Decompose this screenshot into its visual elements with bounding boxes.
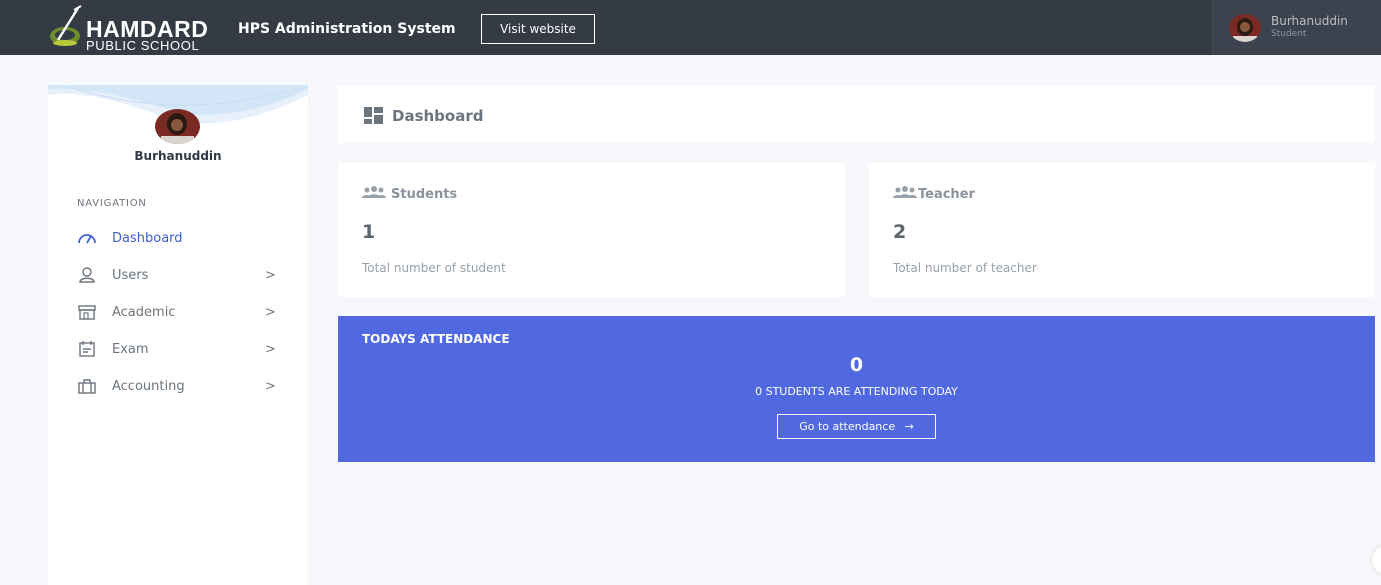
briefcase-icon bbox=[78, 379, 96, 394]
chevron-right-icon: > bbox=[265, 305, 276, 320]
sidebar: Burhanuddin NAVIGATION Dashboard Users >… bbox=[48, 85, 308, 585]
stat-label: Teacher bbox=[918, 187, 975, 202]
arrow-right-icon: → bbox=[904, 420, 914, 433]
sidebar-item-academic[interactable]: Academic > bbox=[77, 301, 277, 325]
stat-value: 1 bbox=[362, 221, 376, 243]
attendance-subtitle: 0 STUDENTS ARE ATTENDING TODAY bbox=[755, 385, 958, 398]
user-name: Burhanuddin bbox=[1271, 14, 1348, 28]
group-icon bbox=[362, 186, 386, 198]
sidebar-item-dashboard[interactable]: Dashboard bbox=[77, 227, 277, 251]
chevron-right-icon: > bbox=[265, 268, 276, 283]
chevron-right-icon: > bbox=[265, 379, 276, 394]
avatar bbox=[1229, 14, 1261, 42]
logo-emblem-icon bbox=[50, 5, 82, 46]
user-role: Student bbox=[1271, 29, 1307, 39]
button-label: Go to attendance bbox=[799, 420, 896, 433]
sidebar-item-users[interactable]: Users > bbox=[77, 264, 277, 288]
store-icon bbox=[78, 305, 96, 320]
page-title-card: Dashboard bbox=[338, 86, 1375, 143]
sidebar-item-label: Dashboard bbox=[112, 231, 183, 246]
nav-section-title: NAVIGATION bbox=[77, 198, 147, 209]
profile-name: Burhanuddin bbox=[134, 149, 222, 163]
calendar-icon bbox=[79, 341, 95, 357]
go-to-attendance-button[interactable]: Go to attendance → bbox=[777, 414, 936, 439]
stat-description: Total number of student bbox=[362, 261, 506, 275]
dashboard-icon bbox=[364, 107, 383, 124]
students-stat-card: Students 1 Total number of student bbox=[338, 163, 845, 297]
speedometer-icon bbox=[78, 234, 96, 244]
top-bar: HAMDARD PUBLIC SCHOOL HPS Administration… bbox=[0, 0, 1381, 55]
sidebar-item-label: Accounting bbox=[112, 379, 185, 394]
stat-value: 2 bbox=[893, 221, 907, 243]
group-icon bbox=[893, 186, 917, 198]
teacher-stat-card: Teacher 2 Total number of teacher bbox=[869, 163, 1375, 297]
user-menu[interactable]: Burhanuddin Student bbox=[1212, 0, 1381, 55]
chevron-right-icon: > bbox=[265, 342, 276, 357]
school-logo[interactable]: HAMDARD PUBLIC SCHOOL bbox=[48, 4, 218, 53]
avatar[interactable] bbox=[155, 109, 200, 144]
stat-description: Total number of teacher bbox=[893, 261, 1037, 275]
sidebar-item-label: Users bbox=[112, 268, 149, 283]
stat-label: Students bbox=[391, 187, 458, 202]
sidebar-item-label: Academic bbox=[112, 305, 176, 320]
app-title: HPS Administration System bbox=[238, 21, 456, 37]
page-title: Dashboard bbox=[392, 107, 484, 125]
attendance-count: 0 bbox=[849, 354, 864, 376]
sidebar-item-accounting[interactable]: Accounting > bbox=[77, 375, 277, 399]
sidebar-item-label: Exam bbox=[112, 342, 149, 357]
user-icon bbox=[79, 267, 95, 283]
attendance-card: TODAYS ATTENDANCE 0 0 STUDENTS ARE ATTEN… bbox=[338, 316, 1375, 462]
sidebar-item-exam[interactable]: Exam > bbox=[77, 338, 277, 362]
logo-text-secondary: PUBLIC SCHOOL bbox=[86, 38, 200, 53]
visit-website-button[interactable]: Visit website bbox=[481, 14, 595, 44]
settings-toggle-button[interactable] bbox=[1372, 545, 1381, 575]
attendance-title: TODAYS ATTENDANCE bbox=[362, 332, 510, 346]
